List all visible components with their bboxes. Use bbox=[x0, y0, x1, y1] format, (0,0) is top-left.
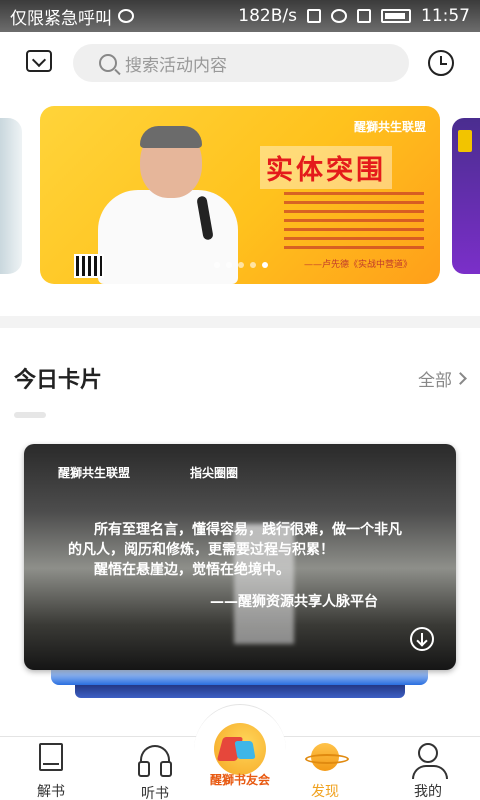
banner-headline: 实体突围 bbox=[260, 146, 392, 189]
book-icon bbox=[39, 743, 63, 771]
nav-label: 听书 bbox=[141, 786, 169, 800]
clock: 11:57 bbox=[421, 6, 470, 26]
nav-label: 发现 bbox=[311, 784, 339, 800]
search-icon bbox=[99, 54, 117, 72]
carousel-dot[interactable] bbox=[226, 262, 232, 268]
speaker-photo bbox=[80, 126, 240, 284]
card-quote: 所有至理名言，懂得容易，践行很难，做一个非凡 的凡人，阅历和修炼，更需要过程与积… bbox=[68, 520, 418, 580]
banner-slide[interactable]: 醒獅共生联盟 实体突围 ——卢先德《实战中营道》 bbox=[40, 106, 440, 284]
banner-logo: 醒獅共生联盟 bbox=[353, 120, 426, 134]
nav-item-jieshu[interactable]: 解书 bbox=[11, 743, 91, 800]
wifi-icon bbox=[331, 9, 347, 23]
nav-item-club[interactable]: 醒獅书友会 bbox=[194, 704, 286, 796]
headphones-icon bbox=[138, 745, 172, 777]
user-icon bbox=[412, 743, 448, 779]
chevron-right-icon bbox=[454, 372, 467, 385]
nav-item-wode[interactable]: 我的 bbox=[388, 743, 468, 800]
search-placeholder: 搜索活动内容 bbox=[125, 55, 227, 76]
search-input[interactable]: 搜索活动内容 bbox=[73, 44, 409, 82]
sim-icon bbox=[357, 9, 371, 23]
nav-label: 解书 bbox=[37, 784, 65, 800]
network-speed: 182B/s bbox=[238, 6, 297, 26]
quote-card[interactable]: 醒獅共生联盟 指尖圈圈 所有至理名言，懂得容易，践行很难，做一个非凡 的凡人，阅… bbox=[24, 444, 456, 670]
quote-line: 所有至理名言，懂得容易，践行很难，做一个非凡 bbox=[94, 522, 402, 538]
discover-page: 仅限紧急呼叫 182B/s 11:57 搜索活动内容 醒獅共生联盟 实体突围 —… bbox=[0, 0, 480, 800]
nav-item-faxian[interactable]: 发现 bbox=[285, 743, 365, 800]
qr-code bbox=[74, 254, 104, 278]
carousel-dots bbox=[214, 262, 268, 268]
card-signature: ——醒狮资源共享人脉平台 bbox=[210, 594, 378, 610]
nfc-icon bbox=[118, 9, 134, 23]
section-divider bbox=[0, 316, 480, 328]
top-bar: 搜索活动内容 bbox=[0, 44, 480, 82]
quote-line: 的凡人，阅历和修炼，更需要过程与积累！ bbox=[68, 542, 334, 558]
nav-label: 我的 bbox=[414, 784, 442, 800]
carousel-dot[interactable] bbox=[214, 262, 220, 268]
banner-author: ——卢先德《实战中营道》 bbox=[303, 260, 412, 270]
nav-item-tingshu[interactable]: 听书 bbox=[115, 743, 195, 800]
planet-icon bbox=[305, 743, 349, 771]
vibrate-icon bbox=[307, 9, 321, 23]
section-title: 今日卡片 bbox=[14, 368, 103, 393]
card-logo-left: 醒獅共生联盟 bbox=[58, 466, 131, 480]
section-indicator bbox=[14, 412, 46, 418]
carrier-text: 仅限紧急呼叫 bbox=[10, 8, 112, 29]
club-label: 醒獅书友会 bbox=[209, 773, 270, 787]
see-all-label: 全部 bbox=[418, 371, 452, 391]
banner-body-text bbox=[284, 192, 424, 255]
carousel-dot[interactable] bbox=[238, 262, 244, 268]
history-icon[interactable] bbox=[428, 50, 454, 76]
inbox-icon[interactable] bbox=[26, 50, 52, 72]
battery-icon bbox=[381, 9, 411, 23]
banner-prev-peek[interactable] bbox=[0, 118, 22, 274]
see-all-link[interactable]: 全部 bbox=[418, 366, 467, 391]
banner-next-peek[interactable] bbox=[452, 118, 480, 274]
status-bar: 仅限紧急呼叫 182B/s 11:57 bbox=[0, 0, 480, 32]
quote-line: 醒悟在悬崖边，觉悟在绝境中。 bbox=[94, 562, 290, 578]
card-logo-right: 指尖圈圈 bbox=[190, 466, 239, 480]
club-emblem-icon bbox=[214, 723, 266, 775]
download-icon[interactable] bbox=[410, 627, 434, 651]
carousel-dot-active[interactable] bbox=[262, 262, 268, 268]
carousel-dot[interactable] bbox=[250, 262, 256, 268]
